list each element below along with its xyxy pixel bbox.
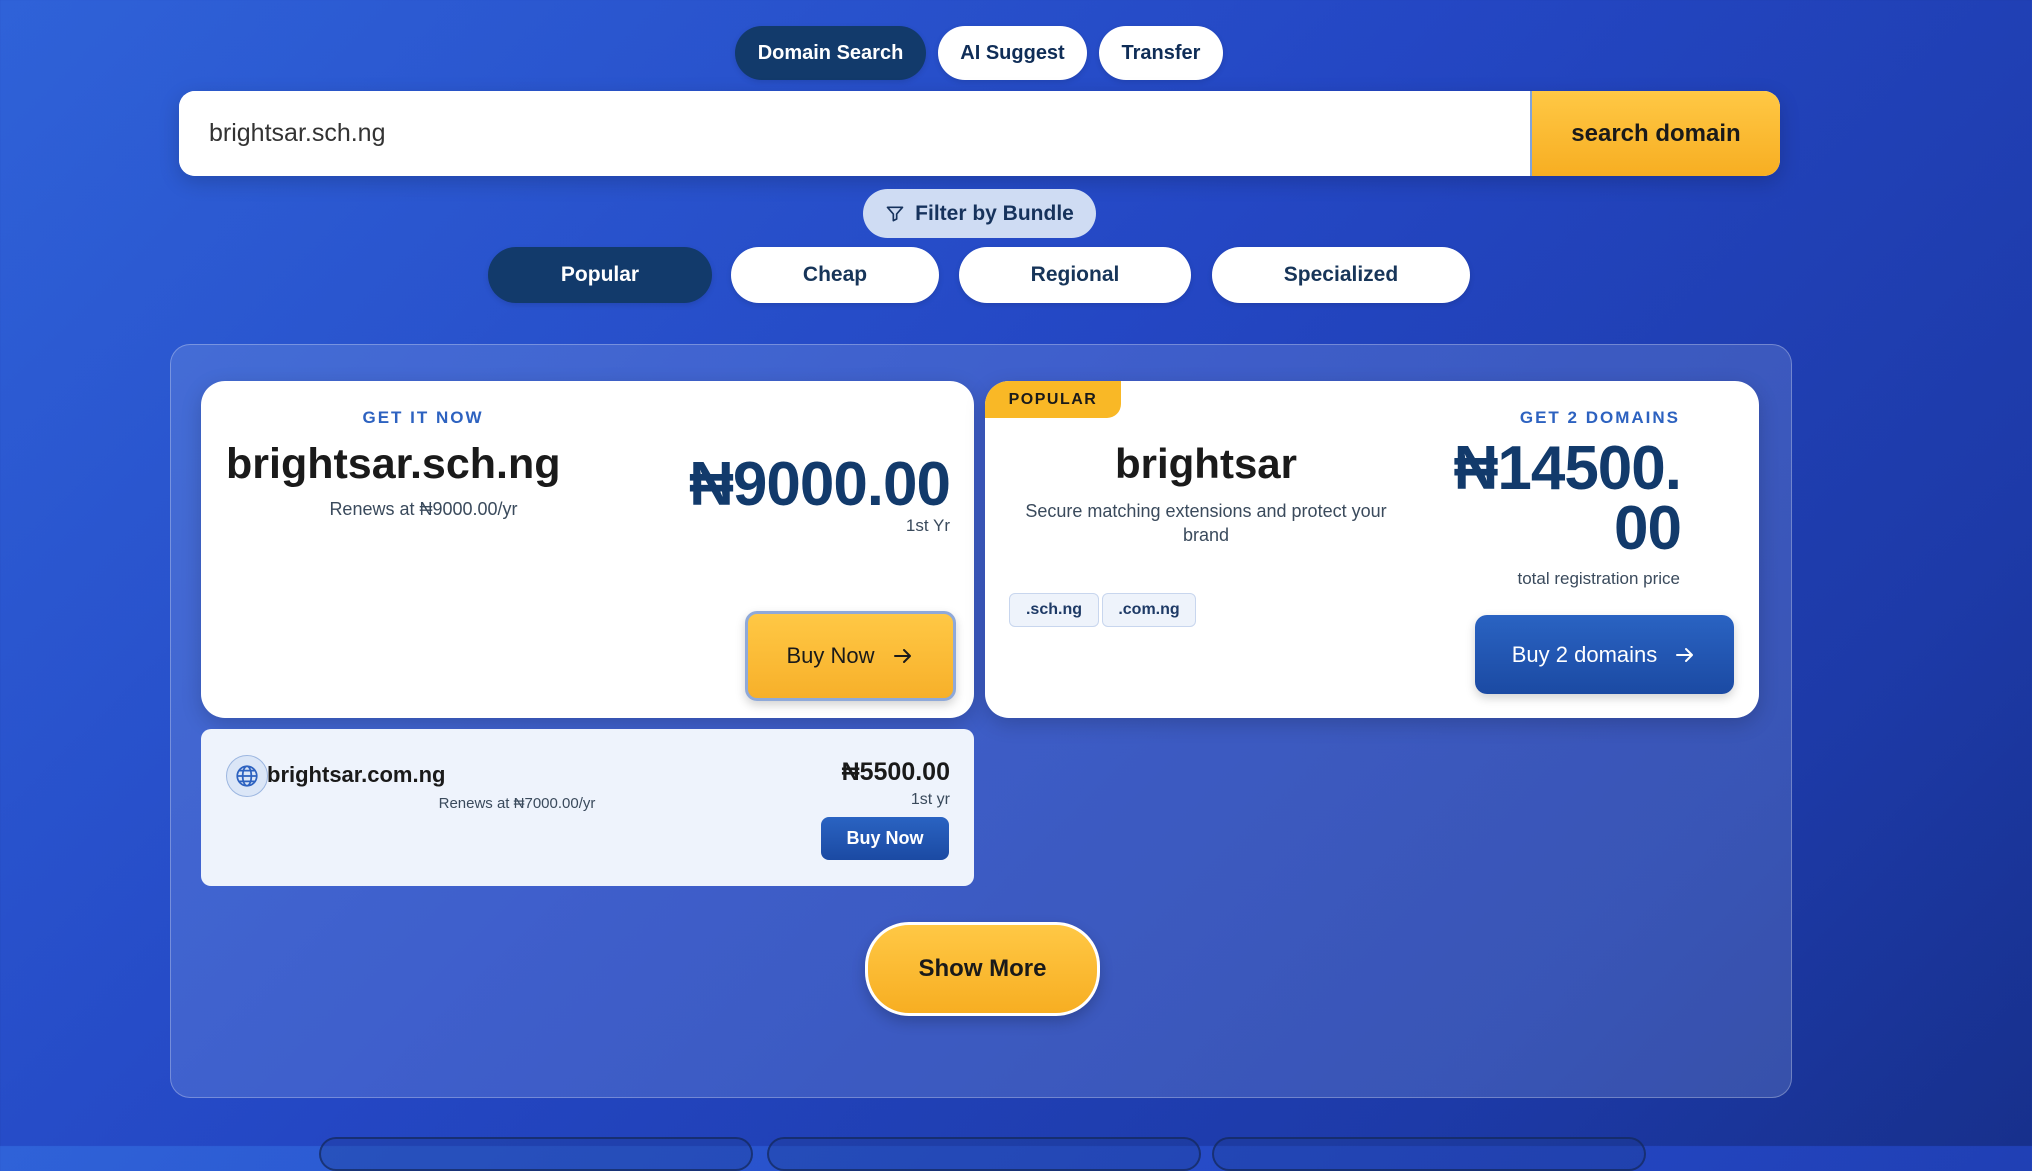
bundle-price-line2: 00	[1614, 494, 1682, 563]
primary-price-period: 1st Yr	[905, 516, 950, 535]
alt-price-period: 1st yr	[910, 791, 950, 808]
bundle-description: Secure matching extensions and protect y…	[1025, 501, 1387, 545]
buy-now-button[interactable]: Buy Now	[745, 611, 956, 701]
primary-price: ₦9000.00	[689, 450, 951, 519]
arrow-right-icon	[1673, 643, 1697, 667]
category-tab-popular[interactable]: Popular	[488, 247, 712, 303]
tab-ai-suggest[interactable]: AI Suggest	[938, 26, 1087, 80]
arrow-right-icon	[891, 644, 915, 668]
category-tab-regional[interactable]: Regional	[959, 247, 1191, 303]
alt-domain-name: brightsar.com.ng	[267, 762, 446, 787]
search-input[interactable]	[179, 91, 1530, 176]
bundle-price-caption: total registration price	[1517, 569, 1680, 588]
popular-badge: POPULAR	[985, 381, 1121, 418]
bundle-price-line1: ₦14500.	[1453, 434, 1682, 503]
extension-chip-com-ng: .com.ng	[1102, 593, 1196, 627]
alt-price: ₦5500.00	[841, 758, 950, 786]
bundle-name: brightsar	[1114, 440, 1298, 487]
get-2-domains-label: GET 2 DOMAINS	[1519, 408, 1680, 427]
primary-domain-name: brightsar.sch.ng	[226, 440, 561, 488]
buy-now-label: Buy Now	[786, 643, 875, 668]
get-it-now-label: GET IT NOW	[362, 408, 484, 427]
alt-renew-text: Renews at ₦7000.00/yr	[438, 795, 596, 812]
alt-buy-now-button[interactable]: Buy Now	[821, 817, 949, 860]
buy-2-domains-button[interactable]: Buy 2 domains	[1475, 615, 1734, 694]
filter-by-bundle-button[interactable]: Filter by Bundle	[863, 189, 1096, 238]
domain-search-bar: search domain	[179, 91, 1780, 176]
extension-chip-sch-ng: .sch.ng	[1009, 593, 1099, 627]
bottom-card-stub	[319, 1137, 753, 1171]
globe-icon	[226, 755, 268, 797]
tab-transfer[interactable]: Transfer	[1099, 26, 1223, 80]
bottom-card-stub	[767, 1137, 1201, 1171]
category-tab-specialized[interactable]: Specialized	[1212, 247, 1470, 303]
category-tab-cheap[interactable]: Cheap	[731, 247, 939, 303]
bottom-card-stub	[1212, 1137, 1646, 1171]
filter-label: Filter by Bundle	[915, 201, 1074, 225]
tab-domain-search[interactable]: Domain Search	[735, 26, 926, 80]
filter-icon	[885, 204, 905, 224]
buy-2-domains-label: Buy 2 domains	[1511, 641, 1658, 667]
primary-renew-text: Renews at ₦9000.00/yr	[329, 499, 518, 519]
search-domain-button[interactable]: search domain	[1530, 91, 1780, 176]
show-more-button[interactable]: Show More	[865, 922, 1100, 1016]
